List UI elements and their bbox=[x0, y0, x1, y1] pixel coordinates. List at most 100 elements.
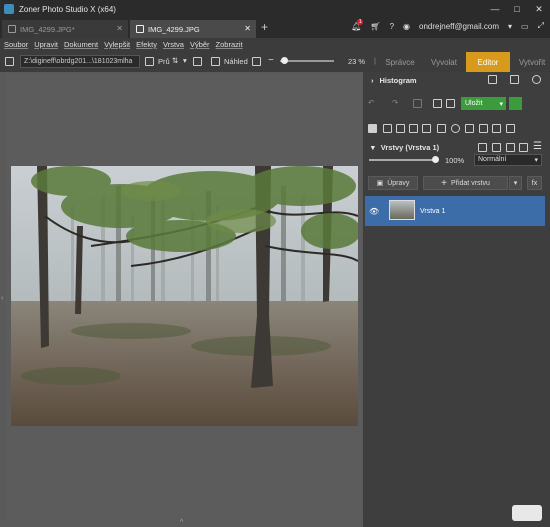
rotate-left-icon[interactable] bbox=[433, 99, 442, 108]
histogram-options-icon[interactable] bbox=[488, 75, 497, 84]
edit-image-icon bbox=[136, 25, 144, 33]
menu-icon[interactable]: ☰ bbox=[533, 141, 542, 152]
add-layer-button[interactable]: + Přidat vrstvu bbox=[423, 176, 508, 190]
tab-img-4299-modified[interactable]: IMG_4299.JPG* ✕ bbox=[2, 20, 128, 38]
eraser-tool-icon[interactable] bbox=[492, 124, 501, 133]
duplicate-layer-icon[interactable] bbox=[478, 143, 487, 152]
image-icon bbox=[8, 25, 16, 33]
adjustments-button[interactable]: ▣ Úpravy bbox=[368, 176, 418, 190]
path-field[interactable]: Z:\digineff\obrdg201...\181023mlha bbox=[20, 55, 140, 68]
mode-vyvolat[interactable]: Vyvolat bbox=[422, 52, 466, 72]
mode-editor[interactable]: Editor bbox=[466, 52, 510, 72]
rotate-right-icon[interactable] bbox=[446, 99, 455, 108]
navigator-icon[interactable] bbox=[512, 505, 542, 521]
clone-tool-icon[interactable] bbox=[479, 124, 488, 133]
camera-icon[interactable] bbox=[510, 75, 519, 84]
save-label: Uložit bbox=[465, 100, 483, 107]
share-icon[interactable] bbox=[509, 97, 522, 110]
opacity-slider[interactable] bbox=[369, 159, 437, 161]
hand-tool-icon[interactable] bbox=[368, 124, 377, 133]
mode-vytvorit[interactable]: Vytvořit bbox=[510, 52, 550, 72]
monitor-icon[interactable]: ▭ bbox=[521, 22, 529, 31]
preview-label[interactable]: Náhled bbox=[224, 57, 248, 66]
delete-layer-icon[interactable] bbox=[519, 143, 528, 152]
plus-icon: + bbox=[441, 177, 447, 189]
layer-name[interactable]: Vrstva 1 bbox=[420, 208, 445, 215]
menu-vyber[interactable]: Výběr bbox=[190, 40, 210, 49]
select-tool-icon[interactable] bbox=[383, 124, 392, 133]
menu-soubor[interactable]: Soubor bbox=[4, 40, 28, 49]
red-eye-tool-icon[interactable] bbox=[451, 124, 460, 133]
account-email[interactable]: ondrejneff@gmail.com bbox=[419, 22, 499, 31]
menu-upravit[interactable]: Upravit bbox=[34, 40, 58, 49]
zoom-value: 23 % bbox=[348, 57, 366, 66]
save-button[interactable]: Uložit ▾ bbox=[461, 97, 506, 110]
brush-tool-icon[interactable] bbox=[465, 124, 474, 133]
straighten-tool-icon[interactable] bbox=[409, 124, 418, 133]
menu-zobrazit[interactable]: Zobrazit bbox=[216, 40, 243, 49]
cart-icon[interactable]: 🛒︎ bbox=[370, 22, 380, 31]
layer-thumbnail bbox=[389, 200, 415, 220]
close-button[interactable]: ✕ bbox=[528, 0, 550, 18]
menu-vylepsit[interactable]: Vylepšit bbox=[104, 40, 130, 49]
menu-vrstva[interactable]: Vrstva bbox=[163, 40, 184, 49]
opacity-value: 100% bbox=[445, 156, 465, 165]
notifications-icon[interactable]: 🔔︎ 1 bbox=[351, 18, 364, 31]
perspective-tool-icon[interactable] bbox=[422, 124, 431, 133]
text-tool-icon[interactable] bbox=[437, 124, 446, 133]
account-icon[interactable]: ◉ bbox=[403, 22, 410, 31]
menu-dokument[interactable]: Dokument bbox=[64, 40, 98, 49]
sort-dropdown-icon[interactable]: ▾ bbox=[183, 56, 187, 65]
adjustments-label: Úpravy bbox=[387, 179, 410, 187]
zoom-slider[interactable] bbox=[280, 60, 334, 62]
close-tab-icon[interactable]: ✕ bbox=[116, 24, 123, 33]
sort-order-icon[interactable]: ⇅ bbox=[172, 56, 178, 65]
settings-circle-icon[interactable] bbox=[532, 75, 541, 84]
folder-icon[interactable] bbox=[5, 57, 14, 66]
title-bar: Zoner Photo Studio X (x64) — □ ✕ bbox=[0, 0, 550, 18]
tab-img-4299[interactable]: IMG_4299.JPG ✕ bbox=[130, 20, 256, 38]
zoom-out-icon[interactable]: − bbox=[268, 55, 274, 66]
histogram-header[interactable]: › Histogram bbox=[363, 72, 550, 88]
menu-bar: Soubor Upravit Dokument Vylepšit Efekty … bbox=[0, 38, 550, 52]
minimize-button[interactable]: — bbox=[484, 0, 506, 18]
zoom-slider-handle[interactable] bbox=[281, 57, 288, 64]
layers-title: Vrstvy (Vrstva 1) bbox=[380, 142, 440, 152]
expand-arrow-icon: › bbox=[371, 75, 374, 85]
mode-spravce[interactable]: Správce bbox=[378, 52, 422, 72]
redo-icon[interactable]: ↷ bbox=[392, 98, 398, 107]
image-history-icon[interactable] bbox=[413, 99, 422, 108]
sort-label[interactable]: Prů bbox=[158, 57, 170, 66]
help-icon[interactable]: ? bbox=[390, 22, 394, 31]
export-icon[interactable] bbox=[193, 57, 202, 66]
eye-icon[interactable]: 👁︎ bbox=[369, 207, 379, 216]
fullscreen-icon[interactable]: ⤢ bbox=[538, 21, 544, 31]
maximize-button[interactable]: □ bbox=[506, 0, 528, 18]
new-folder-icon[interactable] bbox=[506, 143, 515, 152]
mask-icon[interactable] bbox=[492, 143, 501, 152]
browse-folder-icon[interactable] bbox=[145, 57, 154, 66]
save-dropdown-icon[interactable]: ▾ bbox=[499, 100, 503, 108]
forest-photo[interactable] bbox=[11, 166, 358, 426]
collapse-arrow-icon: ▾ bbox=[371, 142, 375, 152]
notification-badge: 1 bbox=[357, 18, 364, 25]
opacity-slider-handle[interactable] bbox=[432, 156, 439, 163]
blend-mode-select[interactable]: Normální ▾ bbox=[474, 154, 542, 166]
fx-button[interactable]: fx bbox=[527, 176, 542, 190]
menu-efekty[interactable]: Efekty bbox=[136, 40, 157, 49]
bottom-panel-toggle-icon[interactable]: ^ bbox=[180, 519, 183, 526]
add-tab-icon[interactable]: + bbox=[261, 20, 268, 34]
open-external-icon[interactable] bbox=[252, 57, 261, 66]
mode-switcher: Správce Vyvolat Editor Vytvořit bbox=[378, 52, 550, 72]
adjustments-icon: ▣ bbox=[376, 180, 384, 187]
add-layer-dropdown-icon[interactable]: ▾ bbox=[509, 176, 522, 190]
crop-tool-icon[interactable] bbox=[396, 124, 405, 133]
left-panel-toggle-icon[interactable]: ‹ bbox=[1, 295, 3, 302]
tab-bar: IMG_4299.JPG* ✕ IMG_4299.JPG ✕ + 🔔︎ 1 🛒︎ … bbox=[0, 18, 550, 38]
dropdown-arrow-icon[interactable]: ▾ bbox=[508, 22, 512, 31]
undo-icon[interactable]: ↶ bbox=[368, 98, 374, 107]
preview-icon[interactable] bbox=[211, 57, 220, 66]
add-layer-label: Přidat vrstvu bbox=[450, 179, 490, 187]
close-tab-icon[interactable]: ✕ bbox=[244, 24, 251, 33]
filter-tool-icon[interactable] bbox=[506, 124, 515, 133]
